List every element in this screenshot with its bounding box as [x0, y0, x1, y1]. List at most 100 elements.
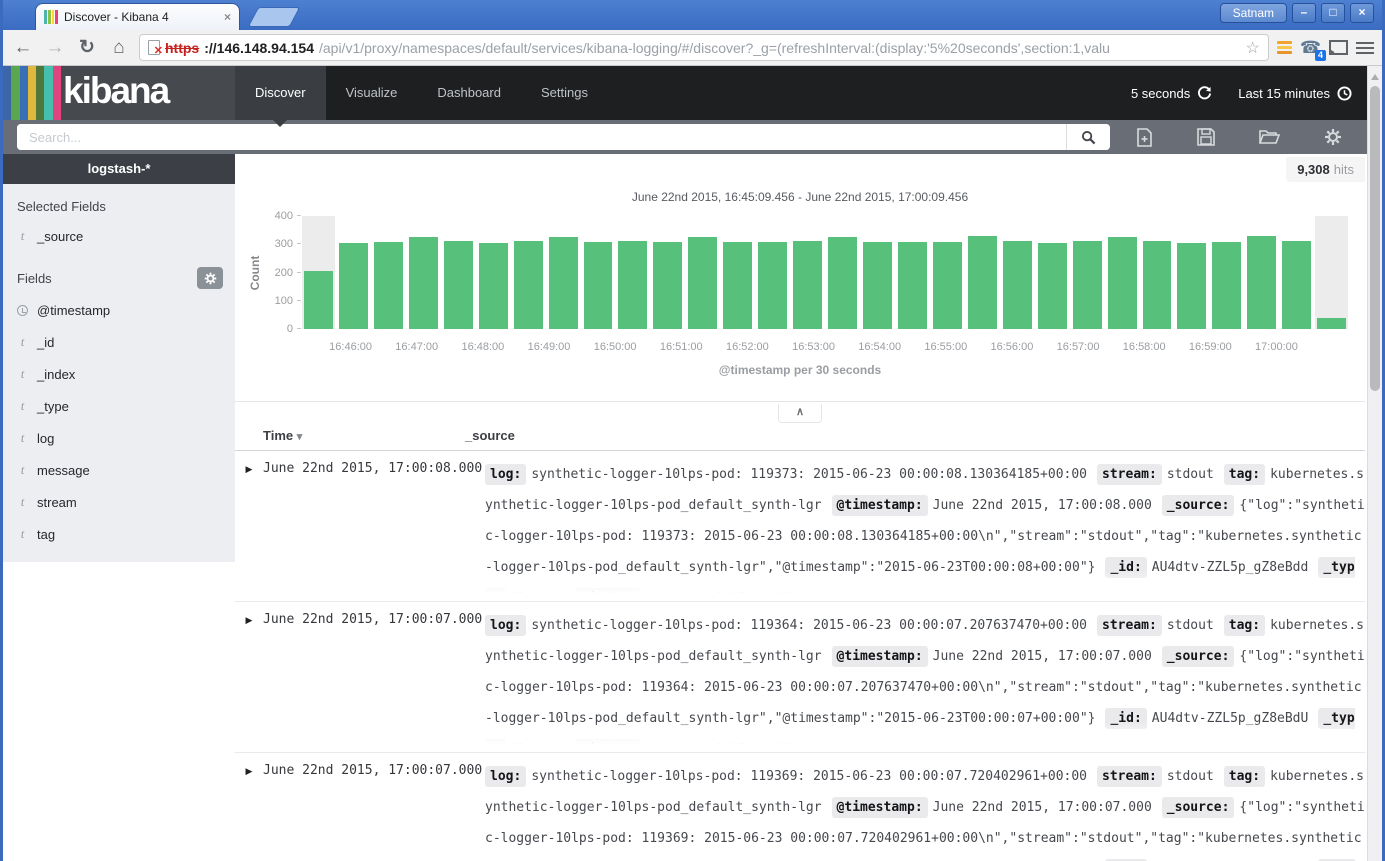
maximize-button[interactable]: □	[1321, 3, 1345, 23]
page-scrollbar[interactable]	[1367, 66, 1382, 861]
sidebar-field-id[interactable]: t_id	[3, 326, 235, 358]
histogram-bucket[interactable]	[895, 216, 930, 329]
x-tick-label: 16:52:00	[726, 341, 769, 353]
insecure-page-icon[interactable]: ✕	[148, 40, 160, 55]
histogram-bucket[interactable]	[755, 216, 790, 329]
row-time: June 22nd 2015, 17:00:07.000	[263, 610, 485, 748]
expand-row-icon[interactable]: ▶	[235, 761, 263, 861]
histogram-bucket[interactable]	[371, 216, 406, 329]
sidebar-field-index[interactable]: t_index	[3, 358, 235, 390]
time-column-header[interactable]: Time ▾	[235, 428, 465, 443]
histogram-bucket[interactable]	[546, 216, 581, 329]
histogram-bucket[interactable]	[615, 216, 650, 329]
string-type-icon: t	[17, 430, 28, 446]
settings-gear-icon[interactable]	[1324, 128, 1342, 146]
histogram-bar	[409, 237, 438, 329]
x-axis-label: @timestamp per 30 seconds	[235, 363, 1365, 377]
search-input[interactable]	[17, 124, 1066, 150]
profile-button[interactable]: Satnam	[1220, 3, 1287, 23]
new-tab-button[interactable]	[248, 7, 301, 27]
menu-icon[interactable]	[1356, 42, 1374, 54]
time-column-label: Time	[263, 428, 293, 443]
histogram-bar	[584, 242, 613, 329]
forward-icon[interactable]: →	[43, 37, 67, 59]
cast-icon[interactable]	[1329, 40, 1348, 55]
time-range-control[interactable]: Last 15 minutes	[1238, 86, 1352, 101]
open-search-icon[interactable]	[1259, 129, 1280, 145]
histogram-bar	[828, 237, 857, 329]
minimize-button[interactable]: –	[1292, 3, 1316, 23]
hits-counter: 9,308hits	[1286, 157, 1365, 182]
histogram-bucket[interactable]	[1070, 216, 1105, 329]
logo-stripe	[53, 66, 61, 120]
histogram-bucket[interactable]	[1000, 216, 1035, 329]
histogram-bucket[interactable]	[1209, 216, 1244, 329]
bookmark-star-icon[interactable]: ☆	[1245, 38, 1259, 58]
sidebar-field-source[interactable]: t_source	[3, 220, 235, 252]
reload-icon[interactable]: ↻	[75, 36, 99, 59]
close-tab-icon[interactable]: ×	[224, 10, 231, 24]
histogram-bucket[interactable]	[1140, 216, 1175, 329]
collapse-chart-button[interactable]: ∧	[778, 404, 822, 423]
histogram-bucket[interactable]	[441, 216, 476, 329]
field-settings-button[interactable]	[197, 267, 223, 289]
field-name: _source	[37, 229, 83, 244]
histogram-bucket[interactable]	[1174, 216, 1209, 329]
refresh-interval-control[interactable]: 5 seconds	[1131, 86, 1212, 101]
histogram-bucket[interactable]	[860, 216, 895, 329]
browser-tab[interactable]: Discover - Kibana 4 ×	[35, 3, 240, 30]
histogram-bucket[interactable]	[965, 216, 1000, 329]
histogram-bucket[interactable]	[406, 216, 441, 329]
histogram-bucket[interactable]	[825, 216, 860, 329]
histogram-bucket[interactable]	[511, 216, 546, 329]
histogram-bucket[interactable]	[930, 216, 965, 329]
nav-tab-discover[interactable]: Discover	[235, 66, 326, 120]
histogram-bucket[interactable]	[476, 216, 511, 329]
histogram-bucket[interactable]	[650, 216, 685, 329]
histogram-bar	[863, 242, 892, 329]
histogram-bucket[interactable]	[301, 216, 336, 329]
histogram-bucket[interactable]	[1244, 216, 1279, 329]
sidebar-column: logstash-* Selected Fields t_source Fiel…	[3, 154, 235, 861]
sidebar-field-message[interactable]: tmessage	[3, 454, 235, 486]
histogram-bucket[interactable]	[685, 216, 720, 329]
histogram-bucket[interactable]	[1035, 216, 1070, 329]
extension-icon[interactable]	[1277, 40, 1292, 55]
close-window-button[interactable]: ×	[1350, 3, 1374, 23]
string-type-icon: t	[17, 366, 28, 382]
histogram-bucket[interactable]	[581, 216, 616, 329]
nav-tab-dashboard[interactable]: Dashboard	[417, 66, 521, 120]
voice-extension-icon[interactable]: ☎4	[1300, 38, 1321, 58]
home-icon[interactable]: ⌂	[107, 37, 131, 59]
histogram-bucket[interactable]	[720, 216, 755, 329]
histogram-bucket[interactable]	[1105, 216, 1140, 329]
sidebar-field-log[interactable]: tlog	[3, 422, 235, 454]
source-field-value: stdout	[1167, 618, 1214, 633]
sidebar-field-stream[interactable]: tstream	[3, 486, 235, 518]
sidebar-field-tag[interactable]: ttag	[3, 518, 235, 550]
back-icon[interactable]: ←	[11, 37, 35, 59]
expand-row-icon[interactable]: ▶	[235, 459, 263, 597]
scrollbar-thumb[interactable]	[1370, 86, 1380, 391]
sidebar-field-timestamp[interactable]: @timestamp	[3, 295, 235, 326]
histogram-bucket[interactable]	[1279, 216, 1314, 329]
expand-row-icon[interactable]: ▶	[235, 610, 263, 748]
index-pattern[interactable]: logstash-*	[3, 154, 235, 184]
string-type-icon: t	[17, 462, 28, 478]
nav-tab-visualize[interactable]: Visualize	[326, 66, 418, 120]
scroll-up-icon[interactable]	[1371, 70, 1379, 80]
source-field-value: synthetic-logger-10lps-pod: 119369: 2015…	[531, 769, 1087, 784]
histogram-bucket[interactable]	[1314, 216, 1349, 329]
histogram-bar	[968, 236, 997, 329]
search-button[interactable]	[1066, 124, 1110, 150]
results-panel: 9,308hits June 22nd 2015, 16:45:09.456 -…	[235, 154, 1382, 861]
sidebar-field-type[interactable]: t_type	[3, 390, 235, 422]
save-search-icon[interactable]	[1197, 128, 1215, 146]
histogram-bucket[interactable]	[336, 216, 371, 329]
kibana-favicon-icon	[44, 10, 58, 24]
histogram-bar	[723, 242, 752, 329]
histogram-bucket[interactable]	[790, 216, 825, 329]
url-bar[interactable]: ✕ https ://146.148.94.154 /api/v1/proxy/…	[139, 34, 1269, 61]
new-search-icon[interactable]	[1136, 128, 1153, 147]
nav-tab-settings[interactable]: Settings	[521, 66, 608, 120]
